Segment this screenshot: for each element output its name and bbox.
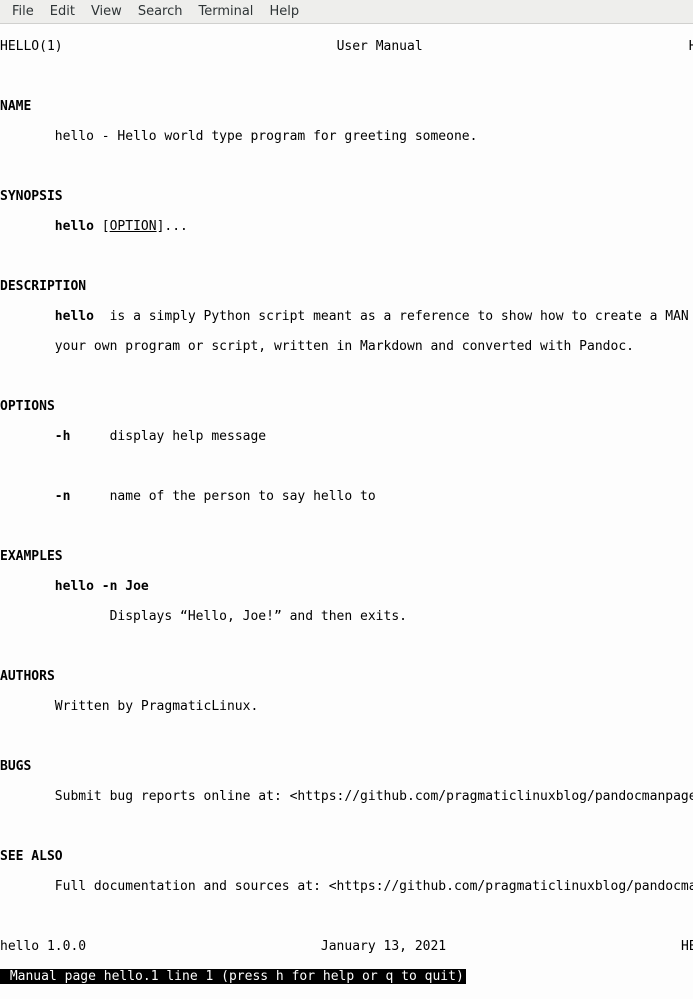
examples-cmd: hello -n Joe <box>55 579 149 594</box>
footer-left: hello 1.0.0 <box>0 939 86 954</box>
header-right: HELLO(1) <box>689 39 693 54</box>
synopsis-bracket-close: ]... <box>157 219 188 234</box>
menubar: File Edit View Search Terminal Help <box>0 0 693 24</box>
synopsis-bracket-open: [ <box>94 219 110 234</box>
examples-desc: Displays “Hello, Joe!” and then exits. <box>110 609 407 624</box>
header-left: HELLO(1) <box>0 39 63 54</box>
section-bugs-heading: BUGS <box>0 759 693 774</box>
menu-edit[interactable]: Edit <box>42 1 83 22</box>
pager-statusbar: Manual page hello.1 line 1 (press h for … <box>0 969 466 984</box>
menu-file[interactable]: File <box>4 1 42 22</box>
option-n: -n <box>55 489 71 504</box>
section-examples-heading: EXAMPLES <box>0 549 693 564</box>
description-text2: your own program or script, written in M… <box>55 339 634 354</box>
terminal-output[interactable]: HELLO(1) User Manual HELLO(1) NAME hello… <box>0 24 693 999</box>
description-cmd: hello <box>55 309 94 324</box>
synopsis-cmd: hello <box>55 219 94 234</box>
option-h-desc: display help message <box>70 429 266 444</box>
footer-right: HELLO(1) <box>681 939 693 954</box>
section-seealso-heading: SEE ALSO <box>0 849 693 864</box>
menu-terminal[interactable]: Terminal <box>190 1 261 22</box>
bugs-text: Submit bug reports online at: <https://g… <box>55 789 693 804</box>
section-options-heading: OPTIONS <box>0 399 693 414</box>
section-name-heading: NAME <box>0 99 693 114</box>
section-name-text: hello - Hello world type program for gre… <box>55 129 478 144</box>
footer-center: January 13, 2021 <box>321 939 446 954</box>
section-description-heading: DESCRIPTION <box>0 279 693 294</box>
description-text1: is a simply Python script meant as a ref… <box>94 309 693 324</box>
section-authors-heading: AUTHORS <box>0 669 693 684</box>
section-synopsis-heading: SYNOPSIS <box>0 189 693 204</box>
menu-help[interactable]: Help <box>261 1 307 22</box>
menu-view[interactable]: View <box>83 1 130 22</box>
menu-search[interactable]: Search <box>130 1 191 22</box>
seealso-text: Full documentation and sources at: <http… <box>55 879 693 894</box>
option-n-desc: name of the person to say hello to <box>70 489 375 504</box>
header-center: User Manual <box>337 39 423 54</box>
synopsis-option: OPTION <box>110 219 157 234</box>
option-h: -h <box>55 429 71 444</box>
authors-text: Written by PragmaticLinux. <box>55 699 259 714</box>
